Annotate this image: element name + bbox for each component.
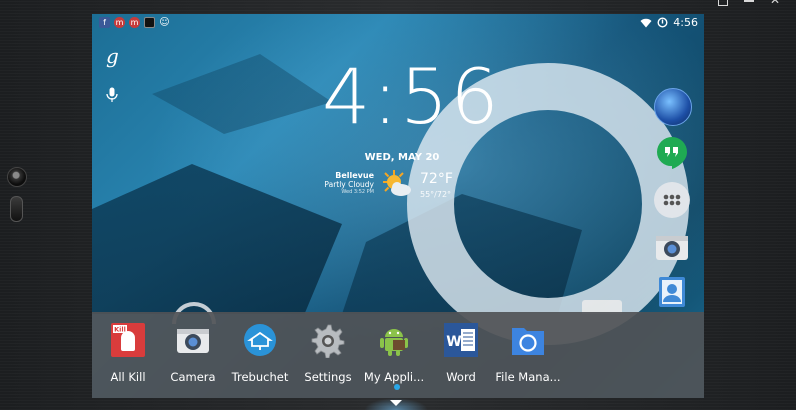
- side-volume-button[interactable]: [10, 196, 23, 222]
- notification-icons: f m m ☺: [99, 17, 170, 28]
- wallpaper-shape: [152, 54, 332, 134]
- google-search-icon[interactable]: g: [106, 44, 119, 68]
- mail-m-icon: m: [114, 17, 125, 28]
- app-square-icon: [144, 17, 155, 28]
- weather-updated: Wed 3:52 PM: [341, 189, 374, 195]
- sync-icon: [657, 17, 668, 28]
- earth-icon[interactable]: [654, 88, 692, 126]
- app-drawer-icon[interactable]: [654, 182, 690, 218]
- side-camera-button[interactable]: [7, 167, 27, 187]
- camera-icon[interactable]: [654, 229, 690, 265]
- weather-condition: Partly Cloudy: [324, 180, 374, 189]
- word-icon: W: [444, 323, 478, 357]
- weather-location[interactable]: Bellevue Partly Cloudy Wed 3:52 PM: [314, 171, 374, 195]
- page-indicator: [394, 384, 400, 390]
- close-icon[interactable]: ✕: [770, 0, 782, 6]
- android-icon: [380, 329, 408, 356]
- camera-icon: [177, 329, 209, 353]
- gear-icon: [311, 324, 345, 358]
- mic-icon[interactable]: [106, 87, 118, 103]
- wifi-icon: [640, 18, 652, 27]
- word-badge: W: [446, 334, 461, 350]
- restore-icon[interactable]: [718, 0, 728, 6]
- weather-city: Bellevue: [335, 171, 374, 180]
- clock-widget[interactable]: 4:56: [322, 57, 499, 137]
- status-time: 4:56: [673, 16, 698, 29]
- mail-m-icon: m: [129, 17, 140, 28]
- hangouts-icon[interactable]: [654, 135, 690, 171]
- weather-temperature: 72°F: [420, 171, 453, 187]
- chevron-down-icon: [390, 400, 402, 406]
- wallpaper-shape: [92, 164, 342, 314]
- weather-range: 55°/72°: [420, 190, 452, 199]
- status-right: 4:56: [640, 16, 698, 29]
- tray-expand-handle[interactable]: [364, 398, 428, 410]
- app-label: File Mana...: [495, 370, 561, 384]
- all-kill-icon: Kill: [111, 323, 145, 357]
- facebook-icon: f: [99, 17, 110, 28]
- device-screen: f m m ☺ 4:56 g 4:56 WED, MAY 20 Bellevue…: [92, 14, 704, 398]
- partly-sunny-icon: [383, 170, 411, 196]
- contacts-icon[interactable]: [654, 274, 690, 310]
- date-label: WED, MAY 20: [364, 152, 440, 163]
- window-controls: ✕: [718, 0, 782, 6]
- minimize-icon[interactable]: [744, 0, 754, 2]
- cat-icon: ☺: [159, 17, 170, 28]
- status-bar: f m m ☺ 4:56: [92, 14, 704, 32]
- file-manager-icon: [512, 328, 544, 355]
- trebuchet-icon: [244, 324, 276, 356]
